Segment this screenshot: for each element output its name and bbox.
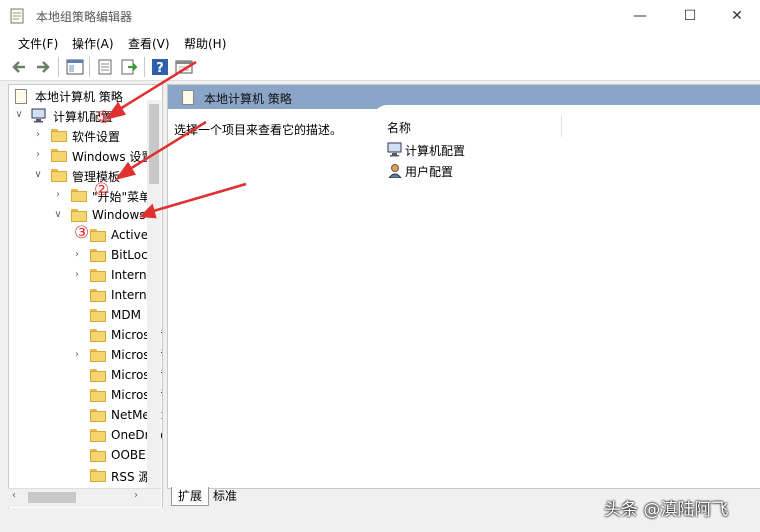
scroll-right-arrow-icon[interactable]: › [134, 490, 138, 501]
maximize-button[interactable]: ☐ [667, 4, 713, 28]
computer-icon [387, 142, 403, 160]
column-separator[interactable] [561, 115, 562, 137]
computer-icon [31, 108, 47, 126]
chevron-right-icon[interactable]: › [33, 129, 43, 141]
tree-item-label: MDM [111, 308, 141, 322]
chevron-down-icon[interactable]: ∨ [14, 109, 24, 121]
tree-vertical-scrollbar[interactable] [147, 100, 161, 488]
chevron-right-icon[interactable]: › [72, 249, 82, 261]
minimize-button[interactable]: — [617, 4, 663, 28]
folder-icon [71, 209, 87, 222]
scrollbar-thumb[interactable] [149, 104, 159, 184]
watermark: 头条 @滇陆阿飞 [604, 500, 729, 520]
back-icon[interactable] [10, 58, 28, 76]
folder-icon [90, 469, 106, 482]
folder-icon [90, 449, 106, 462]
chevron-right-icon[interactable]: › [72, 269, 82, 281]
folder-icon [90, 409, 106, 422]
title-bar: 本地组策略编辑器 — ☐ ✕ [0, 0, 760, 32]
policy-editor-icon [10, 8, 24, 24]
folder-icon [90, 429, 106, 442]
chevron-right-icon[interactable]: › [53, 189, 63, 201]
tree-item-label: 本地计算机 策略 [35, 90, 123, 104]
description-text: 选择一个项目来查看它的描述。 [174, 123, 343, 137]
menu-bar: 文件(F) 操作(A) 查看(V) 帮助(H) [0, 32, 760, 54]
scrollbar-thumb[interactable] [28, 492, 76, 503]
chevron-right-icon[interactable]: › [33, 149, 43, 161]
folder-icon [90, 289, 106, 302]
item-list: 名称 计算机配置 用户配置 [373, 105, 760, 488]
tree-item-local-computer-policy[interactable]: 本地计算机 策略 [9, 86, 162, 106]
window-title: 本地组策略编辑器 [36, 10, 133, 24]
list-item-label: 用户配置 [405, 165, 454, 179]
show-hide-tree-icon[interactable] [66, 58, 84, 76]
tree-item-label: OOBE [111, 448, 146, 462]
folder-icon [90, 329, 106, 342]
list-item-label: 计算机配置 [405, 144, 466, 158]
toolbar-separator [89, 57, 90, 77]
folder-icon [90, 249, 106, 262]
forward-icon[interactable] [34, 58, 52, 76]
folder-icon [90, 349, 106, 362]
menu-view[interactable]: 查看(V) [128, 35, 170, 52]
tab-standard[interactable]: 标准 [207, 487, 243, 505]
chevron-down-icon[interactable]: ∨ [53, 209, 63, 221]
annotation-marker-3: ③ [74, 223, 90, 243]
help-icon[interactable]: ? [151, 58, 169, 76]
details-pane: 本地计算机 策略 选择一个项目来查看它的描述。 名称 计算机配置 用户配置 [167, 84, 760, 489]
export-list-icon[interactable] [120, 58, 138, 76]
console-tree: 本地计算机 策略 ∨ 计算机配置 › 软件设置 › Windows 设置 ∨ 管… [8, 84, 163, 509]
folder-icon [90, 229, 106, 242]
annotation-marker-1: ① [96, 108, 112, 128]
toolbar-separator [144, 57, 145, 77]
folder-icon [51, 169, 67, 182]
tree-item-label: RSS 源 [111, 470, 151, 484]
toolbar-separator [58, 57, 59, 77]
folder-icon [51, 149, 67, 162]
chevron-right-icon[interactable]: › [72, 349, 82, 361]
tree-item-label: Windows [92, 208, 146, 222]
annotation-marker-2: ② [94, 180, 110, 200]
folder-icon [90, 269, 106, 282]
column-header-name[interactable]: 名称 [387, 119, 411, 136]
policy-doc-icon [182, 90, 194, 105]
toolbar: ? [0, 54, 760, 81]
scroll-left-arrow-icon[interactable]: ‹ [12, 490, 16, 501]
close-button[interactable]: ✕ [714, 4, 760, 28]
chevron-down-icon[interactable]: ∨ [33, 169, 43, 181]
tree-item-label: Windows 设置 [72, 150, 154, 164]
user-icon [387, 163, 403, 181]
properties-icon[interactable] [96, 58, 114, 76]
svg-text:?: ? [156, 61, 164, 76]
details-header-title: 本地计算机 策略 [204, 92, 292, 106]
menu-help[interactable]: 帮助(H) [184, 35, 226, 52]
folder-icon [51, 129, 67, 142]
menu-action[interactable]: 操作(A) [72, 35, 114, 52]
folder-icon [90, 389, 106, 402]
folder-icon [90, 369, 106, 382]
folder-icon [90, 309, 106, 322]
show-hide-action-pane-icon[interactable] [175, 58, 193, 76]
tree-item-label: 软件设置 [72, 130, 121, 144]
tree-horizontal-scrollbar[interactable]: ‹ › [8, 488, 161, 507]
menu-file[interactable]: 文件(F) [18, 35, 58, 52]
tab-extended[interactable]: 扩展 [171, 487, 210, 506]
policy-doc-icon [15, 89, 27, 104]
folder-icon [71, 189, 87, 202]
